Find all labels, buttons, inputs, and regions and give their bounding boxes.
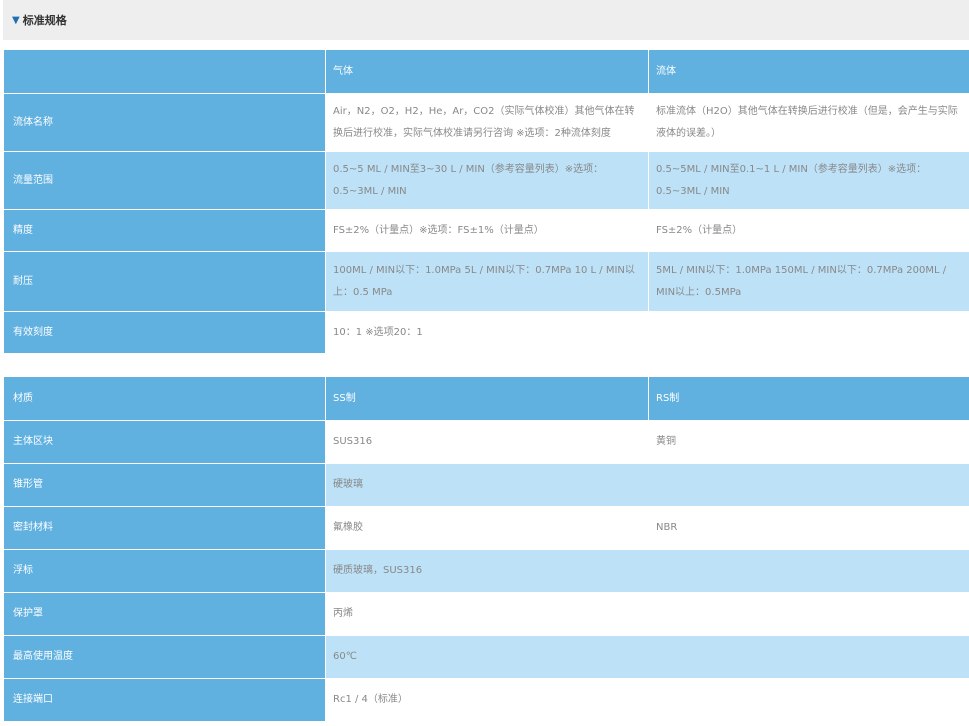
cell-gas: 0.5~5 ML / MIN至3~30 L / MIN（参考容量列表）※选项：0… — [325, 151, 649, 210]
row-label: 流量范围 — [3, 151, 326, 210]
cell-liquid: FS±2%（计量点） — [648, 209, 969, 252]
row-label: 精度 — [3, 209, 326, 252]
table-header-row: 材质 SS制 RS制 — [3, 376, 969, 421]
header-cell-rs: RS制 — [648, 376, 969, 421]
table-row: 耐压 100ML / MIN以下：1.0MPa 5L / MIN以下：0.7MP… — [3, 251, 969, 312]
table-row: 密封材料 氟橡胶 NBR — [3, 506, 969, 550]
cell-value: 10：1 ※选项20：1 — [325, 311, 969, 354]
table-row: 锥形管 硬玻璃 — [3, 463, 969, 507]
cell-rs: NBR — [648, 506, 969, 550]
row-label: 锥形管 — [3, 463, 326, 507]
header-cell-gas: 气体 — [325, 49, 649, 94]
row-label: 耐压 — [3, 251, 326, 312]
section-header[interactable]: ▼ 标准规格 — [3, 0, 969, 40]
cell-value: 60℃ — [325, 635, 969, 679]
table-row: 有效刻度 10：1 ※选项20：1 — [3, 311, 969, 354]
spec-table-material: 材质 SS制 RS制 主体区块 SUS316 黄铜 锥形管 硬玻璃 密封材料 氟… — [3, 376, 969, 722]
table-row: 最高使用温度 60℃ — [3, 635, 969, 679]
row-label: 流体名称 — [3, 93, 326, 152]
cell-value: 丙烯 — [325, 592, 969, 636]
table-header-row: 气体 流体 — [3, 49, 969, 94]
table-row: 主体区块 SUS316 黄铜 — [3, 420, 969, 464]
table-row: 流体名称 Air，N2，O2，H2，He，Ar，CO2（实际气体校准）其他气体在… — [3, 93, 969, 152]
section-title: 标准规格 — [22, 14, 67, 27]
header-cell-liquid: 流体 — [648, 49, 969, 94]
cell-gas: 100ML / MIN以下：1.0MPa 5L / MIN以下：0.7MPa 1… — [325, 251, 649, 312]
table-row: 保护罩 丙烯 — [3, 592, 969, 636]
spec-table-fluid: 气体 流体 流体名称 Air，N2，O2，H2，He，Ar，CO2（实际气体校准… — [3, 49, 969, 354]
row-label: 最高使用温度 — [3, 635, 326, 679]
table-row: 精度 FS±2%（计量点）※选项：FS±1%（计量点） FS±2%（计量点） — [3, 209, 969, 252]
row-label: 连接端口 — [3, 678, 326, 722]
row-label: 密封材料 — [3, 506, 326, 550]
cell-value: Rc1 / 4（标准） — [325, 678, 969, 722]
triangle-down-icon: ▼ — [12, 14, 20, 26]
cell-gas: Air，N2，O2，H2，He，Ar，CO2（实际气体校准）其他气体在转换后进行… — [325, 93, 649, 152]
cell-value: 硬质玻璃，SUS316 — [325, 549, 969, 593]
table-row: 流量范围 0.5~5 ML / MIN至3~30 L / MIN（参考容量列表）… — [3, 151, 969, 210]
cell-liquid: 5ML / MIN以下：1.0MPa 150ML / MIN以下：0.7MPa … — [648, 251, 969, 312]
cell-rs: 黄铜 — [648, 420, 969, 464]
header-cell-empty — [3, 49, 326, 94]
row-label: 有效刻度 — [3, 311, 326, 354]
header-cell-material: 材质 — [3, 376, 326, 421]
header-cell-ss: SS制 — [325, 376, 649, 421]
cell-liquid: 0.5~5ML / MIN至0.1~1 L / MIN（参考容量列表）※选项：0… — [648, 151, 969, 210]
row-label: 保护罩 — [3, 592, 326, 636]
row-label: 主体区块 — [3, 420, 326, 464]
cell-liquid: 标准流体（H2O）其他气体在转换后进行校准（但是，会产生与实际液体的误差。） — [648, 93, 969, 152]
cell-ss: SUS316 — [325, 420, 649, 464]
table-row: 连接端口 Rc1 / 4（标准） — [3, 678, 969, 722]
cell-ss: 氟橡胶 — [325, 506, 649, 550]
table-row: 浮标 硬质玻璃，SUS316 — [3, 549, 969, 593]
cell-gas: FS±2%（计量点）※选项：FS±1%（计量点） — [325, 209, 649, 252]
cell-value: 硬玻璃 — [325, 463, 969, 507]
row-label: 浮标 — [3, 549, 326, 593]
